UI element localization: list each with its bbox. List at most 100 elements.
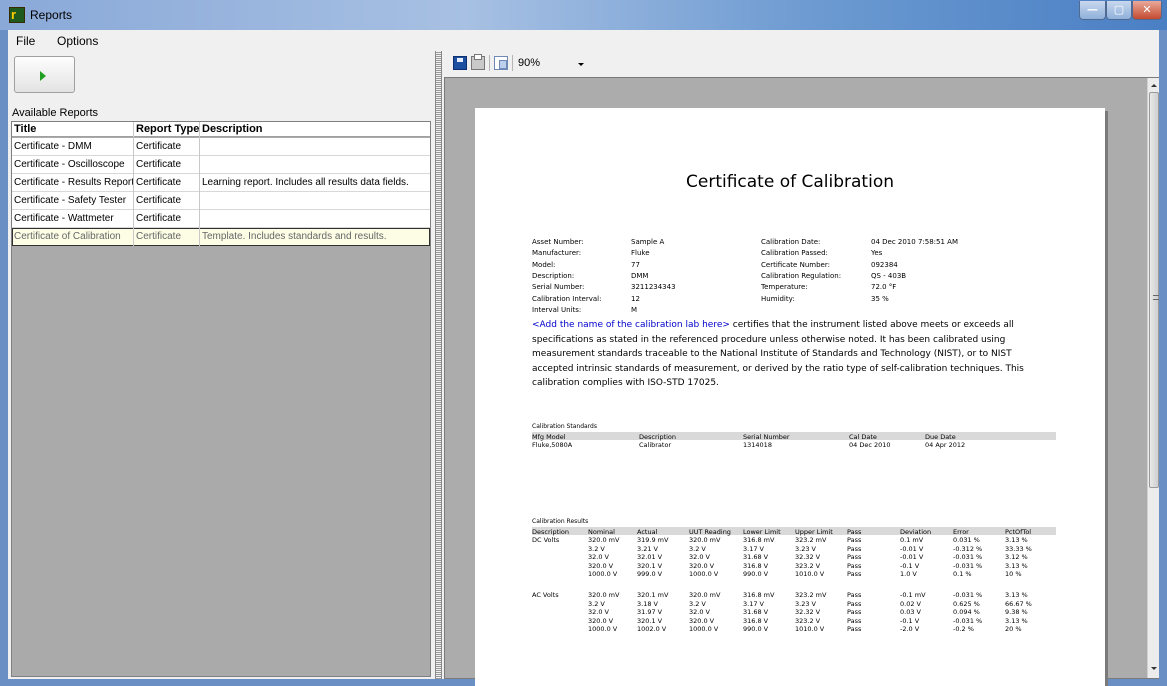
- results-cell: 66.67 %: [1005, 599, 1032, 608]
- field-value: DMM: [631, 271, 649, 280]
- results-cell: 3.13 %: [1005, 536, 1028, 544]
- standards-column-header: Due Date: [925, 433, 956, 441]
- row-report-type: Certificate: [136, 141, 182, 152]
- statement-text: certifies that the instrument listed abo…: [532, 320, 1024, 388]
- table-row[interactable]: Certificate - Safety Tester Certificate: [12, 192, 430, 210]
- standards-column-header: Serial Number: [743, 433, 790, 441]
- row-report-type: Certificate: [136, 195, 182, 206]
- results-column-header: Actual: [637, 528, 658, 536]
- results-column-header: Nominal: [588, 528, 615, 536]
- results-column-header: PctOfTol: [1005, 528, 1032, 536]
- table-row[interactable]: Certificate - Results Report Certificate L…: [12, 174, 430, 192]
- table-row[interactable]: Certificate - DMM Certificate: [12, 138, 430, 156]
- row-title: Certificate - Safety Tester: [14, 195, 127, 206]
- results-cell: 32.0 V: [588, 553, 609, 562]
- certification-statement: <Add the name of the calibration lab her…: [532, 318, 1054, 391]
- results-cell: Pass: [847, 544, 862, 553]
- results-cell: -2.0 V: [900, 625, 920, 634]
- results-cell: 316.8 mV: [743, 536, 775, 544]
- results-cell: 3.12 %: [1005, 553, 1028, 562]
- maximize-button[interactable]: ▢: [1106, 1, 1132, 20]
- results-cell: -0.01 V: [900, 544, 924, 553]
- table-row[interactable]: Certificate of Calibration Certificate Tem…: [12, 228, 430, 246]
- results-column-header: UUT Reading: [689, 528, 731, 536]
- menu-options[interactable]: Options: [57, 34, 98, 48]
- column-header-title[interactable]: Title: [14, 123, 36, 135]
- results-cell: 3.17 V: [743, 544, 764, 553]
- grid-header: Title Report Type Description: [12, 122, 430, 137]
- column-divider: [133, 122, 134, 246]
- scrollbar-thumb[interactable]: [1149, 92, 1159, 488]
- field-value: 72.0 °F: [871, 283, 897, 292]
- results-cell: 1.0 V: [900, 570, 917, 579]
- results-cell: 32.0 V: [689, 608, 710, 617]
- close-button[interactable]: ✕: [1132, 1, 1162, 20]
- column-header-description[interactable]: Description: [202, 123, 263, 135]
- results-cell: Pass: [847, 570, 862, 579]
- results-cell: 319.9 mV: [637, 536, 669, 544]
- results-cell: Pass: [847, 599, 862, 608]
- scroll-up-icon[interactable]: [1151, 84, 1157, 87]
- results-cell: -0.031 %: [953, 561, 983, 570]
- results-title: Calibration Results: [532, 518, 589, 525]
- results-cell: 316.8 V: [743, 561, 769, 570]
- results-cell: 32.0 V: [689, 553, 710, 562]
- reports-app-icon: r: [9, 7, 25, 23]
- pane-splitter[interactable]: [435, 51, 442, 679]
- field-label: Interval Units:: [532, 305, 582, 314]
- results-cell: 0.625 %: [953, 599, 980, 608]
- column-divider: [199, 122, 200, 246]
- results-cell: 1010.0 V: [795, 570, 825, 579]
- results-cell: 0.02 V: [900, 599, 921, 608]
- results-cell: 3.13 %: [1005, 616, 1028, 625]
- copy-icon[interactable]: [494, 56, 508, 70]
- results-column-header: Description: [532, 528, 570, 536]
- standards-column-header: Mfg Model: [532, 433, 566, 441]
- results-cell: Pass: [847, 591, 862, 599]
- results-cell: 323.2 V: [795, 561, 821, 570]
- row-report-type: Certificate: [136, 231, 182, 242]
- results-cell: 320.0 V: [588, 561, 614, 570]
- standards-cell: Fluke,5080A: [532, 441, 573, 449]
- column-header-report-type[interactable]: Report Type: [136, 123, 199, 135]
- reports-grid[interactable]: Title Report Type Description Certificat…: [11, 121, 431, 677]
- vertical-scrollbar[interactable]: [1147, 78, 1159, 678]
- print-icon[interactable]: [471, 54, 485, 70]
- menu-bar: File Options: [8, 30, 1159, 51]
- menu-file[interactable]: File: [16, 34, 35, 48]
- results-cell: 316.8 V: [743, 616, 769, 625]
- results-cell: 320.0 mV: [588, 591, 620, 599]
- run-report-button[interactable]: [14, 56, 75, 93]
- table-row[interactable]: Certificate - Wattmeter Certificate: [12, 210, 430, 228]
- row-title: Certificate - Results Report: [14, 177, 135, 188]
- results-cell: -0.2 %: [953, 625, 974, 634]
- results-cell: -0.312 %: [953, 544, 983, 553]
- field-value: 3211234343: [631, 283, 676, 292]
- scroll-down-icon[interactable]: [1151, 667, 1157, 670]
- results-cell: 31.97 V: [637, 608, 663, 617]
- results-cell: 320.1 V: [637, 561, 663, 570]
- results-cell: 320.0 V: [689, 561, 715, 570]
- table-row[interactable]: Certificate - Oscilloscope Certificate: [12, 156, 430, 174]
- lab-name-placeholder: <Add the name of the calibration lab her…: [532, 320, 730, 330]
- field-value: Sample A: [631, 238, 665, 246]
- results-cell: -0.1 V: [900, 616, 920, 625]
- results-cell: Pass: [847, 536, 862, 544]
- field-label: Calibration Regulation:: [761, 271, 842, 280]
- row-title: Certificate - Wattmeter: [14, 213, 114, 224]
- results-cell: -0.031 %: [953, 616, 983, 625]
- toolbar-separator: [512, 55, 513, 71]
- client-area: Available Reports Title Report Type Desc…: [8, 51, 1159, 686]
- save-icon[interactable]: [453, 56, 467, 70]
- results-column-header: Deviation: [900, 528, 932, 536]
- row-description: Learning report. Includes all results da…: [202, 177, 409, 188]
- results-cell: 1000.0 V: [689, 570, 719, 579]
- results-cell: 1000.0 V: [689, 625, 719, 634]
- zoom-select[interactable]: 90%: [514, 55, 592, 72]
- minimize-button[interactable]: —: [1079, 1, 1106, 20]
- results-cell: 1010.0 V: [795, 625, 825, 634]
- results-group-label: DC Volts: [532, 536, 560, 544]
- zoom-value: 90%: [518, 57, 541, 69]
- results-column-header: Error: [953, 528, 969, 536]
- results-cell: 323.2 mV: [795, 591, 827, 599]
